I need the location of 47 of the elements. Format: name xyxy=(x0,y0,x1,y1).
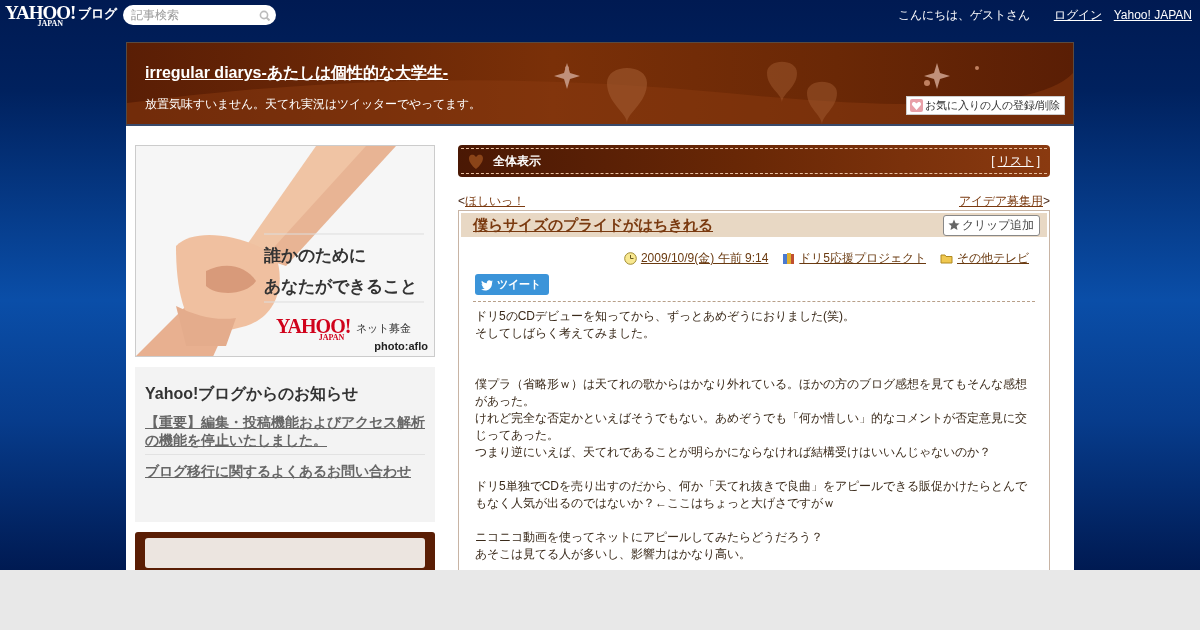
prev-mark: < xyxy=(458,194,465,208)
notice-title: Yahoo!ブログからのお知らせ xyxy=(145,384,360,404)
notice-link[interactable]: 【重要】編集・投稿機能およびアクセス解析の機能を停止いたしました。 xyxy=(145,413,425,455)
article-text-line: ニコニコ動画を使ってネットにアピールしてみたらどうだろう？ xyxy=(475,529,824,546)
ad-logo-subtext: JAPAN xyxy=(318,334,345,342)
favorite-button[interactable]: お気に入りの人の登録/削除 xyxy=(905,96,1065,115)
service-name: ブログ xyxy=(78,4,118,23)
article-title[interactable]: 僕らサイズのプライドがはちきれる xyxy=(473,215,713,235)
blog-description: 放置気味すいません。天てれ実況はツイッターでやってます。 xyxy=(145,96,481,113)
ad-headline: 誰かのために xyxy=(264,244,366,267)
clock-icon xyxy=(623,252,637,265)
post-date-link[interactable]: 2009/10/9(金) 午前 9:14 xyxy=(640,250,769,267)
ad-headline: あなたができること xyxy=(264,275,417,298)
search-field[interactable]: 記事検索 xyxy=(123,5,277,25)
article-text-line: あそこは見てる人が多いし、影響力はかなり高い。 xyxy=(475,546,752,563)
header-link[interactable]: ログイン xyxy=(1053,6,1102,24)
article-text-line: ドリ5のCDデビューを知ってから、ずっとあめぞうにおりました(笑)。 xyxy=(475,308,856,325)
search-icon xyxy=(259,9,271,21)
section-title: 全体表示 xyxy=(493,152,542,170)
bird-icon xyxy=(481,278,493,291)
article-text-line: ドリ5単独でCDを売り出すのだから、何か「天てれ抜きで良曲」をアピールできる販促かけたらとんでもなく人気が出るのではないか？←ここはちょっと大げさですがｗ xyxy=(475,478,1028,512)
article-text-line: つまり逆にいえば、天てれであることが明らかにならなければ結構受けはいいんじゃないのか？ xyxy=(475,444,992,461)
list-link[interactable]: リスト xyxy=(997,152,1034,170)
photo-credit: photo:aflo xyxy=(374,340,428,352)
prev-post-link[interactable]: ほしいっ！ xyxy=(465,194,525,208)
clip-button[interactable]: クリップ追加 xyxy=(943,214,1040,236)
article-text-line: そしてしばらく考えてみました。 xyxy=(475,325,656,342)
header-link[interactable]: Yahoo! JAPAN xyxy=(1113,8,1192,22)
article-text-line: けれど完全な否定かといえばそうでもない。あめぞうでも「何か惜しい」的なコメントが否定意見に交じってあった。 xyxy=(475,410,1028,444)
category-link[interactable]: ドリ5応援プロジェクト xyxy=(799,250,926,267)
notice-link[interactable]: ブログ移行に関するよくあるお問い合わせ xyxy=(145,462,425,485)
ad-banner[interactable]: 誰かのために あなたができること YAHOO! JAPAN ネット募金 photo:aflo xyxy=(135,145,435,357)
bracket-text: ] xyxy=(1036,154,1040,168)
ad-logo-text: YAHOO! xyxy=(276,316,351,336)
folder-link[interactable]: その他テレビ xyxy=(957,250,1029,267)
bracket-text: [ xyxy=(991,154,995,168)
ad-service-name: ネット募金 xyxy=(356,321,412,336)
book-icon xyxy=(782,252,796,265)
star-icon xyxy=(948,219,960,231)
next-mark: > xyxy=(1043,194,1050,208)
article-text-line: 僕プラ（省略形ｗ）は天てれの歌からはかなり外れている。ほかの方のブログ感想を見てもそんな感想があった。 xyxy=(475,376,1028,410)
next-post-link[interactable]: アイデア募集用 xyxy=(959,194,1043,208)
blog-title[interactable]: irregular diarys-あたしは個性的な大学生- xyxy=(145,63,449,84)
folder-icon xyxy=(940,252,953,265)
logo-subtext: JAPAN xyxy=(37,19,63,28)
greeting-text: こんにちは、ゲストさん xyxy=(897,6,1030,24)
heart-icon xyxy=(909,99,923,112)
